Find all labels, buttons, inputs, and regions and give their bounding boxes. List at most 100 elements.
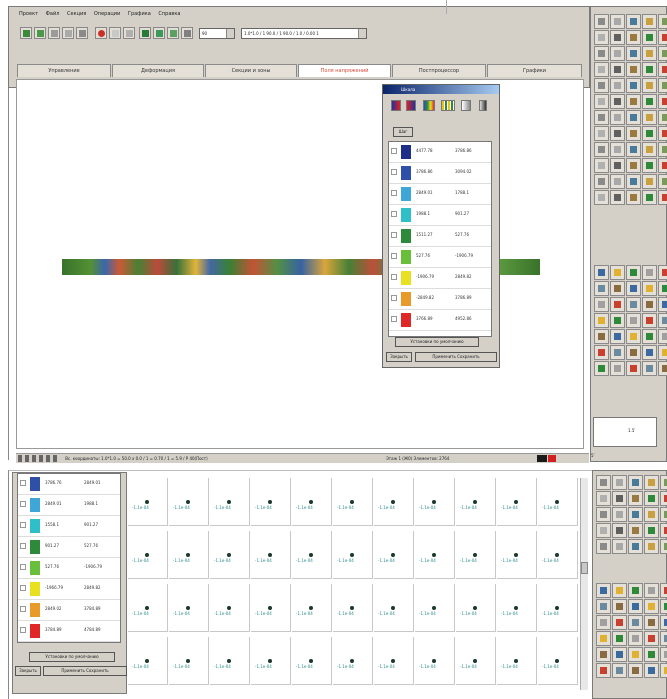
tool-button[interactable] <box>594 281 609 296</box>
results-grid[interactable]: -1.1е-04 -1.1е-04 -1.1е-04 -1.1е-04 -1.1е-04… <box>128 478 580 690</box>
tool-button[interactable] <box>644 663 659 678</box>
tool-button[interactable] <box>610 46 625 61</box>
row-checkbox[interactable] <box>20 501 26 507</box>
tool-button[interactable] <box>644 615 659 630</box>
preset-red-blue-icon[interactable] <box>406 100 416 111</box>
row-checkbox[interactable] <box>391 274 397 280</box>
list-item[interactable]: 901.27 527.76 <box>18 537 120 558</box>
tool-button[interactable] <box>644 475 659 490</box>
row-checkbox[interactable] <box>20 606 26 612</box>
tool-button[interactable] <box>626 78 641 93</box>
color-swatch[interactable] <box>401 187 411 201</box>
tool-button[interactable] <box>626 265 641 280</box>
grid-cell[interactable]: -1.1е-04 <box>497 478 537 526</box>
grid-button[interactable] <box>123 27 135 39</box>
grid-cell[interactable]: -1.1е-04 <box>456 478 496 526</box>
color-swatch[interactable] <box>401 250 411 264</box>
row-checkbox[interactable] <box>20 543 26 549</box>
tool-button[interactable] <box>658 174 667 189</box>
row-checkbox[interactable] <box>391 211 397 217</box>
tool-button[interactable] <box>658 190 667 205</box>
tool-button[interactable] <box>610 265 625 280</box>
tool-button[interactable] <box>642 94 657 109</box>
tool-button[interactable] <box>644 599 659 614</box>
tool-button[interactable] <box>658 329 667 344</box>
list-item[interactable]: -2849.82 3786.89 <box>389 289 491 310</box>
tool-button[interactable] <box>594 190 609 205</box>
apply-save-button[interactable]: Применить Сохранить <box>415 352 497 362</box>
tab-stress-fields[interactable]: Поля напряжений <box>298 64 391 77</box>
step-button[interactable]: Шаг <box>393 127 413 137</box>
row-checkbox[interactable] <box>20 585 26 591</box>
grid-cell[interactable]: -1.1е-04 <box>128 584 168 632</box>
grid-cell[interactable]: -1.1е-04 <box>538 584 578 632</box>
tool-button[interactable] <box>658 361 667 376</box>
tool-button[interactable] <box>612 507 627 522</box>
color-swatch[interactable] <box>30 561 40 575</box>
preset-blue-red-icon[interactable] <box>391 100 401 111</box>
tool-button[interactable] <box>594 126 609 141</box>
color-swatch[interactable] <box>401 271 411 285</box>
tool-button[interactable] <box>642 190 657 205</box>
list-item[interactable]: 2849.01 1788.1 <box>389 184 491 205</box>
grid-cell[interactable]: -1.1е-04 <box>210 637 250 685</box>
tool-button[interactable] <box>594 174 609 189</box>
tool-button[interactable] <box>596 491 611 506</box>
tool-button[interactable] <box>612 539 627 554</box>
tool-button[interactable] <box>610 158 625 173</box>
tool-button[interactable] <box>658 158 667 173</box>
row-checkbox[interactable] <box>20 480 26 486</box>
grid-cell[interactable]: -1.1е-04 <box>374 531 414 579</box>
menu-item-operations[interactable]: Операции <box>94 11 120 17</box>
tool-button[interactable] <box>612 491 627 506</box>
tool-button[interactable] <box>594 361 609 376</box>
defaults-button[interactable]: Установки по умолчанию <box>29 652 115 662</box>
grid-cell[interactable]: -1.1е-04 <box>251 531 291 579</box>
tool-button[interactable] <box>594 78 609 93</box>
tool-button[interactable] <box>660 615 667 630</box>
tool-button[interactable] <box>612 647 627 662</box>
zoom-select[interactable]: 90 <box>199 28 235 39</box>
row-checkbox[interactable] <box>20 627 26 633</box>
tool-button[interactable] <box>626 110 641 125</box>
tool-button[interactable] <box>610 174 625 189</box>
grid-cell[interactable]: -1.1е-04 <box>415 478 455 526</box>
tool-button[interactable] <box>626 361 641 376</box>
tool-button[interactable] <box>626 281 641 296</box>
status-nav-icons[interactable] <box>18 455 60 462</box>
menu-item-file[interactable]: Файл <box>46 11 60 17</box>
tool-button[interactable] <box>610 94 625 109</box>
tool-button[interactable] <box>596 475 611 490</box>
tool-button[interactable] <box>610 14 625 29</box>
tool-button[interactable] <box>612 615 627 630</box>
row-checkbox[interactable] <box>391 232 397 238</box>
color-swatch[interactable] <box>30 477 40 491</box>
list-item[interactable]: 3766.89 4952.86 <box>389 310 491 331</box>
tab-sections[interactable]: Секции и зоны <box>205 64 297 77</box>
grid-cell[interactable]: -1.1е-04 <box>210 531 250 579</box>
menu-item-section[interactable]: Секция <box>67 11 86 17</box>
list-item[interactable]: 1511.27 527.76 <box>389 226 491 247</box>
tool-button[interactable] <box>642 265 657 280</box>
tool-button[interactable] <box>626 14 641 29</box>
tool-button[interactable] <box>610 297 625 312</box>
grid-cell[interactable]: -1.1е-04 <box>169 584 209 632</box>
color-swatch[interactable] <box>30 519 40 533</box>
tool-button[interactable] <box>610 30 625 45</box>
tool-button[interactable] <box>642 158 657 173</box>
grid-cell[interactable]: -1.1е-04 <box>333 531 373 579</box>
tool-button[interactable] <box>642 110 657 125</box>
tool-button[interactable] <box>596 507 611 522</box>
tool-button[interactable] <box>596 539 611 554</box>
list-item[interactable]: 527.76 -1906.79 <box>389 247 491 268</box>
grid-cell[interactable]: -1.1е-04 <box>415 584 455 632</box>
tool-button[interactable] <box>610 281 625 296</box>
tool-button[interactable] <box>594 297 609 312</box>
tool-button[interactable] <box>658 313 667 328</box>
menu-item-graphics[interactable]: Графика <box>128 11 151 17</box>
list-item[interactable]: 4477.78 3786.86 <box>389 142 491 163</box>
tool-button[interactable] <box>626 94 641 109</box>
tool-button[interactable] <box>594 158 609 173</box>
settings-button[interactable] <box>181 27 193 39</box>
preset-gray-icon[interactable] <box>461 100 471 111</box>
